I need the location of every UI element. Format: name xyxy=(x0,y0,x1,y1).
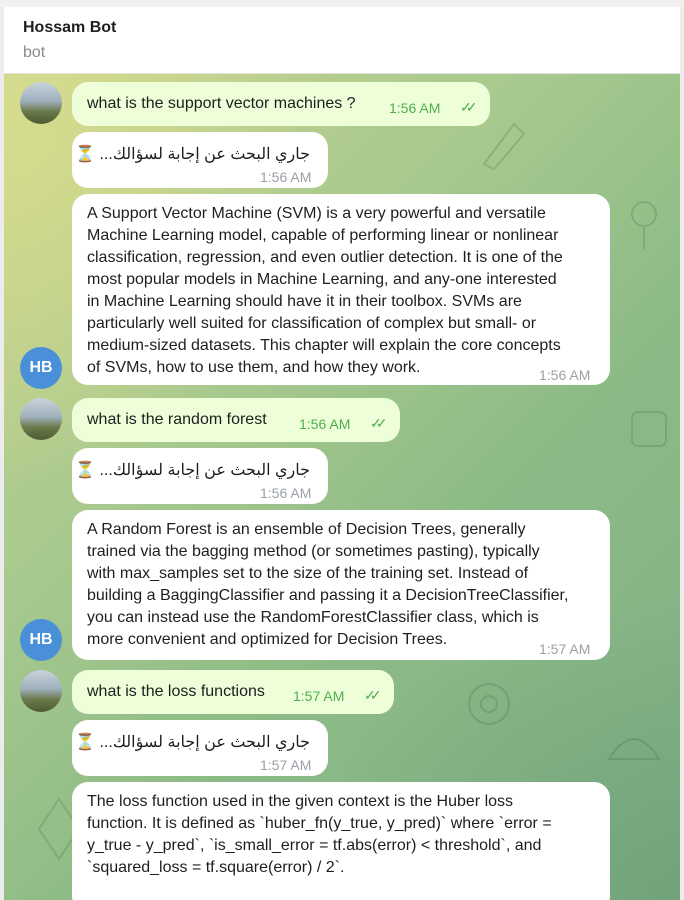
message-text: A Support Vector Machine (SVM) is a very… xyxy=(87,205,563,376)
outgoing-message[interactable]: what is the loss functions 1:57 AM ✓✓ xyxy=(72,670,394,714)
double-check-icon: ✓✓ xyxy=(370,415,388,431)
message-text: what is the loss functions xyxy=(87,683,265,700)
double-check-icon: ✓✓ xyxy=(364,687,382,703)
chat-subtitle: bot xyxy=(23,44,46,61)
message-text: what is the support vector machines ? xyxy=(87,95,356,112)
user-avatar[interactable] xyxy=(20,398,62,440)
hourglass-icon: ⏳ xyxy=(75,734,96,751)
message-time: 1:56 AM xyxy=(260,485,312,501)
hourglass-icon: ⏳ xyxy=(75,146,96,163)
waiting-message[interactable]: جاري البحث عن إجابة لسؤالك... ⏳ 1:57 AM xyxy=(72,720,328,776)
background-doodle-icon xyxy=(468,683,510,725)
message-time: 1:57 AM xyxy=(260,757,312,773)
chat-title: Hossam Bot xyxy=(23,19,117,36)
waiting-message[interactable]: جاري البحث عن إجابة لسؤالك... ⏳ 1:56 AM xyxy=(72,132,328,188)
user-avatar[interactable] xyxy=(20,82,62,124)
message-text: A Random Forest is an ensemble of Decisi… xyxy=(87,521,569,648)
message-time: 1:56 AM xyxy=(539,367,591,383)
message-text: what is the random forest xyxy=(87,411,267,428)
waiting-text: جاري البحث عن إجابة لسؤالك... ⏳ xyxy=(73,460,310,482)
chat-header[interactable]: Hossam Bot bot xyxy=(4,7,680,74)
message-time: 1:56 AM xyxy=(299,416,351,432)
waiting-text: جاري البحث عن إجابة لسؤالك... ⏳ xyxy=(73,732,310,754)
message-time: 1:56 AM xyxy=(389,100,441,116)
message-text: The loss function used in the given cont… xyxy=(87,793,552,876)
bot-avatar[interactable]: HB xyxy=(20,619,62,661)
background-doodle-icon xyxy=(631,201,657,249)
bot-avatar[interactable]: HB xyxy=(20,347,62,389)
waiting-text: جاري البحث عن إجابة لسؤالك... ⏳ xyxy=(73,144,310,166)
outgoing-message[interactable]: what is the support vector machines ? 1:… xyxy=(72,82,490,126)
message-time: 1:56 AM xyxy=(260,169,312,185)
hourglass-icon: ⏳ xyxy=(75,462,96,479)
incoming-message[interactable]: A Support Vector Machine (SVM) is a very… xyxy=(72,194,610,385)
background-doodle-icon xyxy=(631,411,667,447)
message-time: 1:57 AM xyxy=(293,688,345,704)
background-doodle-icon xyxy=(607,738,661,760)
outgoing-message[interactable]: what is the random forest 1:56 AM ✓✓ xyxy=(72,398,400,442)
incoming-message[interactable]: A Random Forest is an ensemble of Decisi… xyxy=(72,510,610,660)
user-avatar[interactable] xyxy=(20,670,62,712)
chat-area[interactable]: what is the support vector machines ? 1:… xyxy=(4,74,680,900)
message-time: 1:57 AM xyxy=(539,641,591,657)
double-check-icon: ✓✓ xyxy=(460,99,478,115)
incoming-message[interactable]: The loss function used in the given cont… xyxy=(72,782,610,900)
waiting-message[interactable]: جاري البحث عن إجابة لسؤالك... ⏳ 1:56 AM xyxy=(72,448,328,504)
window-top-strip xyxy=(0,0,684,7)
